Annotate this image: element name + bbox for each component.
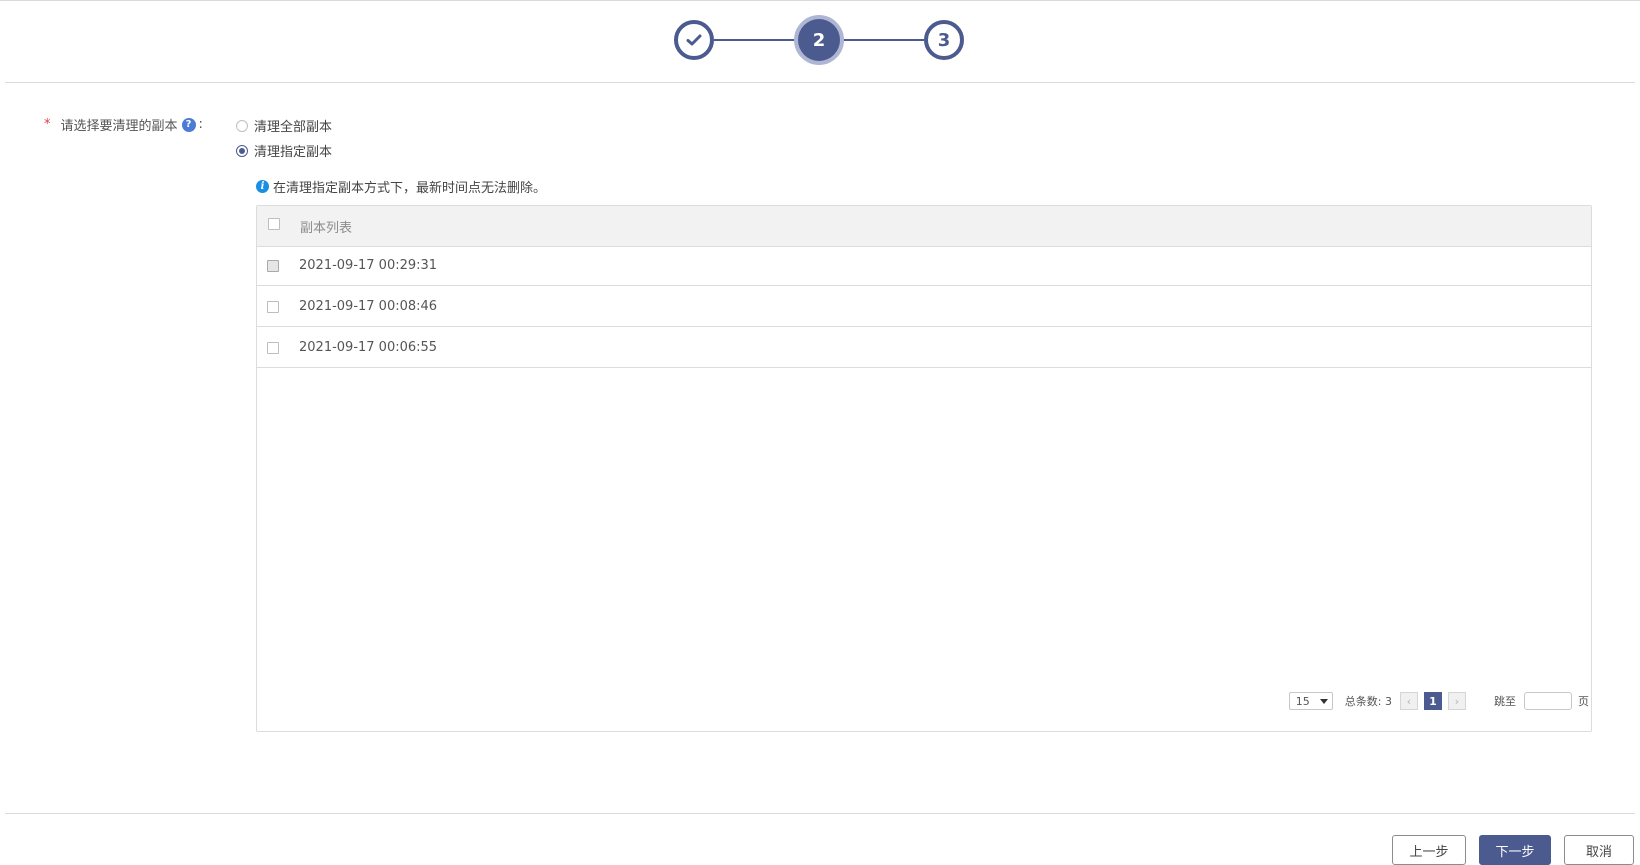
info-tip: i 在清理指定副本方式下，最新时间点无法删除。 xyxy=(256,177,546,196)
radio-option-clean-specified[interactable]: 清理指定副本 xyxy=(236,141,332,160)
footer-divider xyxy=(5,813,1635,814)
copy-selection-label: * 请选择要清理的副本 ? : xyxy=(44,115,203,134)
select-all-checkbox[interactable] xyxy=(268,218,280,230)
stepper: 2 3 xyxy=(674,19,966,62)
radio-label: 清理全部副本 xyxy=(254,120,333,135)
table-header: 副本列表 xyxy=(257,206,1591,247)
top-divider xyxy=(0,0,1640,1)
goto-label: 跳至 xyxy=(1494,695,1516,708)
copy-timestamp: 2021-09-17 00:06:55 xyxy=(299,340,438,355)
next-step-button[interactable]: 下一步 xyxy=(1479,835,1551,865)
info-text: 在清理指定副本方式下，最新时间点无法删除。 xyxy=(273,181,547,196)
previous-step-button[interactable]: 上一步 xyxy=(1392,835,1466,865)
step-connector xyxy=(714,39,800,41)
radio-option-clean-all[interactable]: 清理全部副本 xyxy=(236,116,332,135)
table-row[interactable]: 2021-09-17 00:29:31 xyxy=(257,246,1591,286)
radio-button[interactable] xyxy=(236,144,248,157)
pagination: 15 总条数: 3 ‹ 1 › 跳至 页 xyxy=(1288,691,1589,711)
page-size-value: 15 xyxy=(1295,694,1310,708)
table-row[interactable]: 2021-09-17 00:08:46 xyxy=(257,287,1591,327)
copy-timestamp: 2021-09-17 00:08:46 xyxy=(299,299,438,314)
copy-list-table: 副本列表 2021-09-17 00:29:31 2021-09-17 00:0… xyxy=(256,205,1592,732)
page: 2 3 * 请选择要清理的副本 ? : 清理全部副本 清理指定副本 i 在清理指… xyxy=(0,0,1640,865)
step-connector xyxy=(838,39,924,41)
cancel-button[interactable]: 取消 xyxy=(1564,835,1634,865)
total-count: 总条数: 3 xyxy=(1344,695,1392,708)
page-number-button[interactable]: 1 xyxy=(1424,692,1442,710)
page-size-select[interactable]: 15 xyxy=(1288,692,1333,710)
radio-label: 清理指定副本 xyxy=(254,145,333,160)
step-2-label: 2 xyxy=(812,29,826,51)
copy-timestamp: 2021-09-17 00:29:31 xyxy=(299,258,438,273)
page-unit-label: 页 xyxy=(1578,695,1589,708)
step-3: 3 xyxy=(924,20,964,60)
form-label-text: 请选择要清理的副本 xyxy=(60,119,178,134)
radio-button[interactable] xyxy=(236,119,248,132)
step-1 xyxy=(674,20,714,60)
header-divider xyxy=(5,82,1635,83)
column-header-copy-list: 副本列表 xyxy=(300,220,353,236)
table-row[interactable]: 2021-09-17 00:06:55 xyxy=(257,328,1591,368)
row-checkbox xyxy=(267,259,279,272)
step-3-label: 3 xyxy=(937,29,951,51)
prev-page-button[interactable]: ‹ xyxy=(1400,692,1418,710)
row-checkbox[interactable] xyxy=(267,341,279,354)
next-page-button[interactable]: › xyxy=(1448,692,1466,710)
caret-down-icon xyxy=(1319,699,1328,704)
goto-page-input[interactable] xyxy=(1524,692,1572,710)
row-checkbox[interactable] xyxy=(267,300,279,313)
info-icon: i xyxy=(256,180,269,193)
required-mark: * xyxy=(44,117,51,132)
help-icon[interactable]: ? xyxy=(181,117,196,132)
form-label-colon: : xyxy=(198,117,203,132)
check-icon xyxy=(686,33,702,47)
step-2: 2 xyxy=(798,19,840,61)
